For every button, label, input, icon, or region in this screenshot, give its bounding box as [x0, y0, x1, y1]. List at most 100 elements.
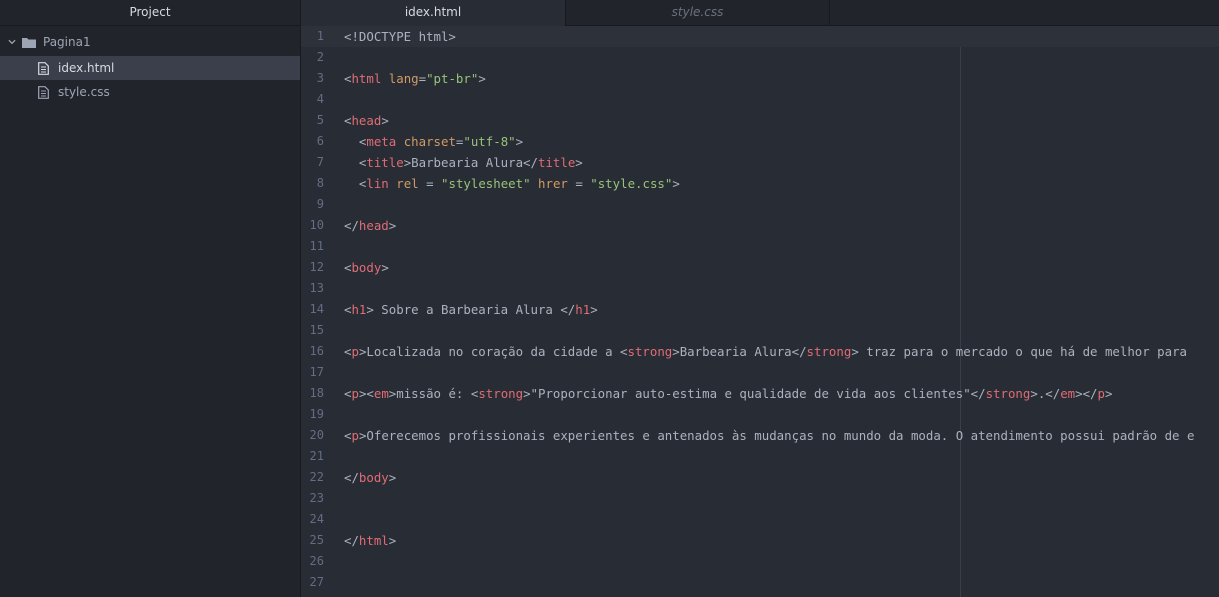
tree-folder-pagina1[interactable]: Pagina1: [0, 30, 300, 54]
folder-icon: [22, 37, 36, 48]
code-line[interactable]: 3 <html lang="pt-br">: [301, 68, 1219, 89]
line-number: 4: [316, 92, 324, 106]
tag-token: title: [537, 155, 576, 170]
code-line[interactable]: 7 <title>Barbearia Alura</title>: [301, 152, 1219, 173]
text-token: >: [388, 218, 397, 233]
code-line[interactable]: 12 <body>: [301, 257, 1219, 278]
text-token: </: [344, 470, 359, 485]
tag-token: body: [351, 260, 382, 275]
tag-token: strong: [627, 344, 673, 359]
text-token: > Sobre a Barbearia Alura </: [366, 302, 576, 317]
line-number: 1: [316, 29, 324, 43]
line-number: 7: [316, 155, 324, 169]
code-editor[interactable]: 1 <!DOCTYPE html> 2 3 <html lang="pt-br"> 4 5 <…: [301, 26, 1219, 597]
line-number: 19: [309, 407, 324, 421]
text-token: =: [418, 71, 427, 86]
text-token: >"Proporcionar auto-estima e qualidade d…: [523, 386, 986, 401]
line-number: 22: [309, 470, 324, 484]
tag-token: p: [351, 344, 359, 359]
code-line[interactable]: 19: [301, 404, 1219, 425]
file-label: style.css: [58, 85, 110, 99]
code-line[interactable]: 17: [301, 362, 1219, 383]
text-token: >: [590, 302, 598, 317]
code-line[interactable]: 20 <p>Oferecemos profissionais experiente…: [301, 425, 1219, 446]
text-token: >: [515, 134, 524, 149]
code-line[interactable]: 6 <meta charset="utf-8">: [301, 131, 1219, 152]
tag-token: strong: [985, 386, 1031, 401]
code-line[interactable]: 8 <lin rel = "stylesheet" hrer = "style.…: [301, 173, 1219, 194]
line-number: 6: [316, 134, 324, 148]
code-text: <p>Oferecemos profissionais experientes …: [344, 425, 1194, 446]
code-line[interactable]: 21: [301, 446, 1219, 467]
code-line[interactable]: 5 <head>: [301, 110, 1219, 131]
code-line[interactable]: 18 <p><em>missão é: <strong>"Proporcionar…: [301, 383, 1219, 404]
line-number: 9: [316, 197, 324, 211]
code-text: <h1> Sobre a Barbearia Alura </h1>: [344, 299, 598, 320]
code-line[interactable]: 27: [301, 572, 1219, 593]
tag-token: strong: [478, 386, 524, 401]
code-text: <p><em>missão é: <strong>"Proporcionar a…: [344, 383, 1112, 404]
text-token: =: [567, 176, 591, 191]
line-number: 3: [316, 71, 324, 85]
tree-file-idex-html[interactable]: idex.html: [0, 56, 300, 80]
line-number: 18: [309, 386, 324, 400]
line-number: 26: [309, 554, 324, 568]
tag-token: em: [373, 386, 389, 401]
code-line[interactable]: 13: [301, 278, 1219, 299]
tag-token: h1: [351, 302, 367, 317]
code-line[interactable]: 10 </head>: [301, 215, 1219, 236]
tab-bar: idex.html style.css: [301, 0, 1219, 26]
tag-token: title: [366, 155, 404, 170]
code-line[interactable]: 2: [301, 47, 1219, 68]
text-token: <: [344, 176, 367, 191]
text-token: >.</: [1030, 386, 1061, 401]
code-line[interactable]: 24: [301, 509, 1219, 530]
code-line[interactable]: 9: [301, 194, 1219, 215]
attribute-token: lang: [388, 71, 419, 86]
code-text: <title>Barbearia Alura</title>: [344, 152, 583, 173]
code-line[interactable]: 22 </body>: [301, 467, 1219, 488]
text-token: >missão é: <: [388, 386, 479, 401]
code-text: <html lang="pt-br">: [344, 68, 486, 89]
string-token: "utf-8": [463, 134, 516, 149]
tag-token: html: [351, 71, 382, 86]
string-token: "style.css": [590, 176, 673, 191]
tree-file-style-css[interactable]: style.css: [0, 80, 300, 104]
tab-style-css[interactable]: style.css: [566, 0, 830, 25]
chevron-down-icon[interactable]: [8, 38, 16, 46]
line-number: 13: [309, 281, 324, 295]
line-number: 14: [309, 302, 324, 316]
text-token: >Barbearia Alura</: [672, 344, 807, 359]
attribute-token: charset: [403, 134, 456, 149]
code-text: <lin rel = "stylesheet" hrer = "style.cs…: [344, 173, 680, 194]
code-line[interactable]: 16 <p>Localizada no coração da cidade a <…: [301, 341, 1219, 362]
project-sidebar: Project Pagina1 idex.html style.css: [0, 0, 301, 597]
line-number: 15: [309, 323, 324, 337]
text-token: >: [381, 260, 389, 275]
string-token: "stylesheet": [441, 176, 531, 191]
code-text: </head>: [344, 215, 396, 236]
code-line[interactable]: 25 </html>: [301, 530, 1219, 551]
text-token: <!DOCTYPE html>: [344, 29, 456, 44]
tag-token: em: [1060, 386, 1076, 401]
file-text-icon: [38, 85, 49, 99]
text-token: >: [478, 71, 486, 86]
attribute-token: rel: [396, 176, 419, 191]
code-line[interactable]: 14 <h1> Sobre a Barbearia Alura </h1>: [301, 299, 1219, 320]
tag-token: meta: [366, 134, 397, 149]
code-line[interactable]: 23: [301, 488, 1219, 509]
code-line[interactable]: 4: [301, 89, 1219, 110]
text-token: >: [388, 470, 397, 485]
line-number: 20: [309, 428, 324, 442]
line-number: 8: [316, 176, 324, 190]
tag-token: html: [358, 533, 389, 548]
tag-token: lin: [366, 176, 389, 191]
code-line[interactable]: 26: [301, 551, 1219, 572]
code-line[interactable]: 11: [301, 236, 1219, 257]
code-line[interactable]: 15: [301, 320, 1219, 341]
code-line[interactable]: 1 <!DOCTYPE html>: [301, 26, 1219, 47]
text-token: >: [381, 113, 389, 128]
line-number: 27: [309, 575, 324, 589]
tab-idex-html[interactable]: idex.html: [301, 0, 566, 26]
